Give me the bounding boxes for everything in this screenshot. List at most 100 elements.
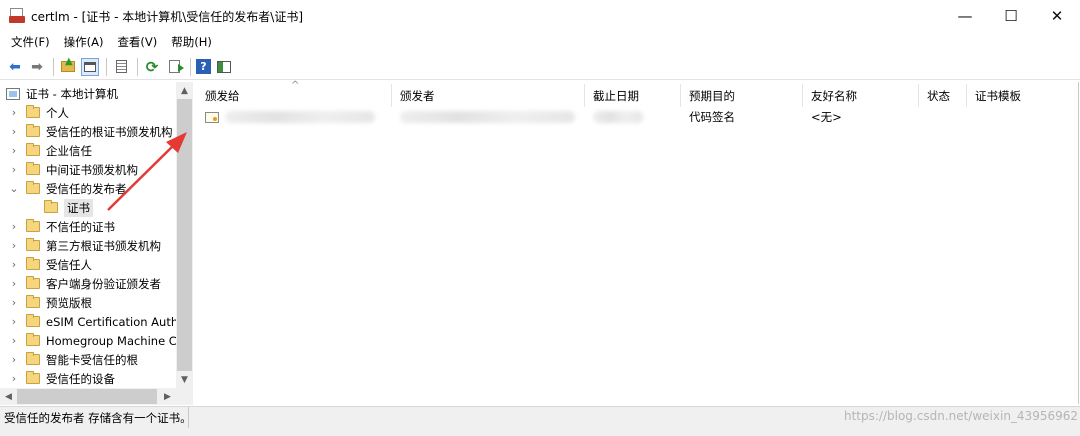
up-folder-icon[interactable]: ▲: [59, 56, 77, 76]
scroll-thumb[interactable]: [177, 99, 192, 371]
folder-icon: [26, 124, 40, 137]
redacted-text: [400, 111, 575, 123]
tree-item-trusted-root-ca[interactable]: › 受信任的根证书颁发机构: [8, 122, 173, 141]
scrollbar-corner: [176, 388, 193, 405]
folder-icon: [26, 219, 40, 232]
scroll-down-icon[interactable]: ▼: [176, 371, 193, 388]
tree-item-trusted-people[interactable]: › 受信任人: [8, 255, 92, 274]
menu-bar: 文件(F) 操作(A) 查看(V) 帮助(H): [0, 32, 1080, 52]
expand-chevron-icon[interactable]: ›: [8, 258, 20, 271]
tree-item-client-auth-issuers[interactable]: › 客户端身份验证颁发者: [8, 274, 161, 293]
tree-item-label: 证书: [64, 198, 93, 217]
expand-chevron-icon[interactable]: ›: [8, 163, 20, 176]
maximize-button[interactable]: ☐: [988, 0, 1034, 32]
properties-icon[interactable]: [112, 58, 130, 76]
tree-item-trusted-publishers[interactable]: ⌄ 受信任的发布者: [8, 179, 127, 198]
column-certificate-template[interactable]: 证书模板: [967, 84, 1067, 107]
toolbar-separator: [137, 57, 138, 76]
column-intended-purposes[interactable]: 预期目的: [681, 84, 803, 107]
menu-help[interactable]: 帮助(H): [164, 34, 219, 50]
folder-icon: [26, 371, 40, 384]
cell-status: [919, 108, 967, 126]
menu-view[interactable]: 查看(V): [110, 34, 164, 50]
cell-certificate-template: [967, 108, 1067, 126]
tree-item-label: 中间证书颁发机构: [46, 162, 138, 177]
forward-arrow-icon[interactable]: ➡: [28, 58, 46, 76]
expand-chevron-icon[interactable]: ›: [8, 125, 20, 138]
tree-item-smart-card-trusted-roots[interactable]: › 智能卡受信任的根: [8, 350, 138, 369]
folder-icon: [26, 352, 40, 365]
scroll-up-icon[interactable]: ▲: [176, 82, 193, 99]
help-icon[interactable]: ?: [196, 59, 211, 74]
column-expiration-date[interactable]: 截止日期: [585, 84, 681, 107]
expand-chevron-icon[interactable]: ›: [8, 106, 20, 119]
sort-ascending-icon: ^: [291, 80, 300, 91]
watermark: https://blog.csdn.net/weixin_43956962: [843, 409, 1078, 423]
column-issued-by[interactable]: 颁发者: [392, 84, 585, 107]
tree-vertical-scrollbar[interactable]: ▲ ▼: [176, 82, 193, 388]
expand-chevron-icon[interactable]: ›: [8, 296, 20, 309]
tree-root-label: 证书 - 本地计算机: [26, 86, 118, 101]
folder-icon: [26, 314, 40, 327]
cell-issued-by: [392, 108, 585, 126]
folder-icon: [26, 105, 40, 118]
minimize-button[interactable]: —: [942, 0, 988, 32]
certificate-list: 颁发给 ^ 颁发者 截止日期 预期目的 友好名称 状态 证书模板 代码签名 <无…: [197, 80, 1080, 404]
tree-root[interactable]: 证书 - 本地计算机: [6, 84, 118, 103]
tree-item-third-party-root-ca[interactable]: › 第三方根证书颁发机构: [8, 236, 161, 255]
tree-item-esim-certification[interactable]: › eSIM Certification Autho: [8, 312, 185, 331]
cell-intended-purposes: 代码签名: [689, 110, 735, 124]
tree-item-enterprise-trust[interactable]: › 企业信任: [8, 141, 92, 160]
expand-chevron-icon[interactable]: ›: [8, 334, 20, 347]
show-action-pane-icon[interactable]: [215, 58, 233, 76]
show-tree-icon[interactable]: [81, 57, 99, 76]
expand-chevron-icon[interactable]: ›: [8, 315, 20, 328]
tree-item-preview-build-roots[interactable]: › 预览版根: [8, 293, 92, 312]
table-row[interactable]: 代码签名 <无>: [197, 108, 1080, 126]
tree-horizontal-scrollbar[interactable]: ◀ ▶: [0, 388, 176, 405]
redacted-text: [225, 111, 375, 123]
tree-item-homegroup-machine[interactable]: › Homegroup Machine C: [8, 331, 177, 350]
tree-item-untrusted[interactable]: › 不信任的证书: [8, 217, 115, 236]
status-bar: 受信任的发布者 存储含有一个证书。 https://blog.csdn.net/…: [0, 406, 1080, 436]
tree-item-label: 客户端身份验证颁发者: [46, 276, 161, 291]
column-issued-to[interactable]: 颁发给 ^: [197, 80, 392, 107]
tree-item-label: 企业信任: [46, 143, 92, 158]
certlm-app-icon: [9, 8, 25, 24]
expand-chevron-icon[interactable]: ›: [8, 144, 20, 157]
scroll-right-icon[interactable]: ▶: [159, 388, 176, 405]
window-title: certlm - [证书 - 本地计算机\受信任的发布者\证书]: [31, 9, 304, 24]
tree-item-certificates[interactable]: 证书: [44, 198, 93, 217]
menu-action[interactable]: 操作(A): [57, 34, 111, 50]
scroll-thumb[interactable]: [17, 389, 157, 404]
column-label: 友好名称: [811, 88, 857, 103]
certificate-icon: [205, 111, 219, 123]
refresh-icon[interactable]: ⟳: [143, 58, 161, 76]
tree-item-label: 受信任的发布者: [46, 181, 127, 196]
folder-icon: [26, 238, 40, 251]
expand-chevron-icon[interactable]: ›: [8, 239, 20, 252]
tree-item-label: 智能卡受信任的根: [46, 352, 138, 367]
menu-file[interactable]: 文件(F): [4, 34, 57, 50]
collapse-chevron-icon[interactable]: ⌄: [8, 182, 20, 195]
column-friendly-name[interactable]: 友好名称: [803, 84, 919, 107]
expand-chevron-icon[interactable]: ›: [8, 220, 20, 233]
tree-item-intermediate-ca[interactable]: › 中间证书颁发机构: [8, 160, 138, 179]
expand-chevron-icon[interactable]: ›: [8, 353, 20, 366]
toolbar: ⬅ ➡ ▲ ⟳ ?: [0, 54, 1080, 80]
close-button[interactable]: ✕: [1034, 0, 1080, 32]
column-status[interactable]: 状态: [919, 84, 967, 107]
scroll-left-icon[interactable]: ◀: [0, 388, 17, 405]
back-arrow-icon[interactable]: ⬅: [6, 58, 24, 76]
tree-item-trusted-devices[interactable]: › 受信任的设备: [8, 369, 115, 388]
export-list-icon[interactable]: [165, 58, 184, 76]
folder-icon: [26, 257, 40, 270]
tree-item-label: 受信任的根证书颁发机构: [46, 124, 173, 139]
expand-chevron-icon[interactable]: ›: [8, 277, 20, 290]
toolbar-separator: [53, 57, 54, 76]
tree-item-label: eSIM Certification Autho: [46, 314, 186, 329]
expand-chevron-icon[interactable]: ›: [8, 372, 20, 385]
tree-item-personal[interactable]: › 个人: [8, 103, 69, 122]
tree-item-label: 个人: [46, 105, 69, 120]
cell-expiration-date: [585, 108, 681, 126]
